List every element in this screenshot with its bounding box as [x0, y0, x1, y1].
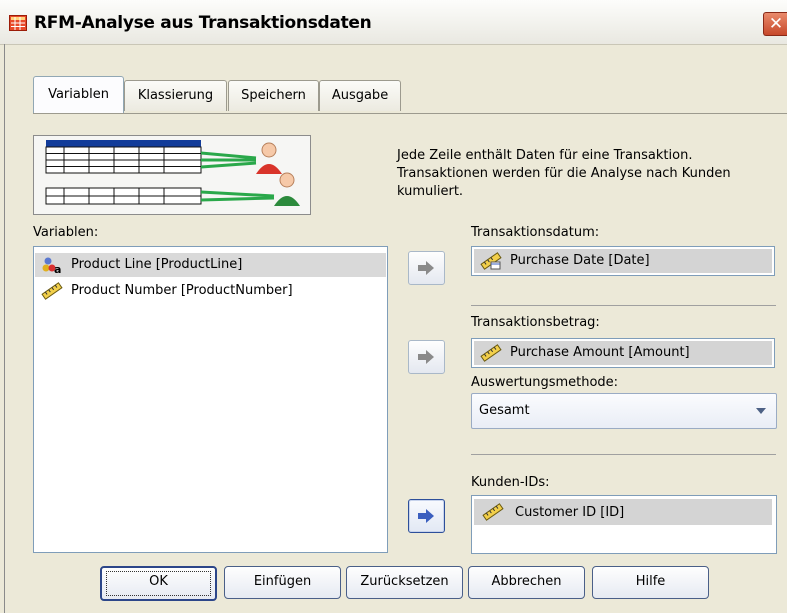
description-text: Jede Zeile enthält Daten für eine Transa…: [397, 148, 731, 199]
summary-method-select[interactable]: Gesamt: [471, 393, 777, 429]
title-bar[interactable]: RFM-Analyse aus Transaktionsdaten ✕: [0, 0, 787, 45]
tab-label: Ausgabe: [331, 88, 389, 103]
summary-method-value: Gesamt: [479, 403, 530, 418]
arrow-right-icon: [418, 350, 434, 364]
close-icon: ✕: [768, 14, 784, 34]
transaction-date-value: Purchase Date [Date]: [510, 253, 650, 268]
variables-label: Variablen:: [33, 225, 99, 240]
app-table-icon: [9, 15, 27, 31]
dialog-window: RFM-Analyse aus Transaktionsdaten ✕ Vari…: [0, 0, 787, 613]
list-item[interactable]: Product Number [ProductNumber]: [35, 279, 386, 303]
list-item[interactable]: Customer ID [ID]: [474, 499, 772, 525]
cancel-button[interactable]: Abbrechen: [468, 566, 585, 599]
separator: [471, 305, 776, 306]
arrow-right-icon: [418, 509, 434, 523]
variable-label: Product Line [ProductLine]: [71, 257, 243, 272]
nominal-variable-icon: a: [42, 257, 61, 274]
transaction-amount-field[interactable]: Purchase Amount [Amount]: [471, 338, 775, 368]
scale-variable-icon: [41, 282, 63, 300]
close-button[interactable]: ✕: [763, 12, 787, 36]
move-to-date-button[interactable]: [408, 251, 445, 285]
customer-ids-label: Kunden-IDs:: [471, 475, 550, 490]
button-label: Hilfe: [635, 574, 666, 589]
chevron-down-icon: [756, 408, 766, 414]
customer-ids-listbox[interactable]: Customer ID [ID]: [471, 495, 777, 554]
window-title: RFM-Analyse aus Transaktionsdaten: [34, 13, 372, 33]
tab-ausgabe[interactable]: Ausgabe: [319, 80, 401, 111]
transaction-illustration: [33, 135, 311, 215]
transaction-amount-label: Transaktionsbetrag:: [471, 315, 600, 330]
move-to-amount-button[interactable]: [408, 340, 445, 374]
separator: [471, 454, 776, 455]
scale-variable-icon: [482, 503, 504, 521]
ok-button[interactable]: OK: [100, 566, 217, 601]
transaction-date-field[interactable]: Purchase Date [Date]: [471, 246, 775, 276]
variables-listbox[interactable]: a Product Line [ProductLine] Product Num…: [33, 246, 388, 553]
reset-button[interactable]: Zurücksetzen: [346, 566, 463, 599]
scale-variable-icon: [480, 344, 502, 362]
arrow-right-icon: [418, 261, 434, 275]
button-label: Abbrechen: [491, 574, 562, 589]
tab-variablen[interactable]: Variablen: [33, 76, 124, 113]
tab-label: Speichern: [241, 88, 306, 103]
customer-id-value: Customer ID [ID]: [515, 505, 625, 520]
tab-speichern[interactable]: Speichern: [228, 80, 319, 111]
svg-text:a: a: [54, 263, 61, 274]
tab-label: Variablen: [48, 87, 109, 102]
button-label: Einfügen: [253, 574, 312, 589]
variable-label: Product Number [ProductNumber]: [71, 283, 293, 298]
help-button[interactable]: Hilfe: [592, 566, 709, 599]
tab-label: Klassierung: [137, 88, 214, 103]
date-variable-icon: [480, 252, 502, 270]
summary-method-label: Auswertungsmethode:: [471, 375, 619, 390]
transaction-date-label: Transaktionsdatum:: [471, 225, 600, 240]
button-label: Zurücksetzen: [360, 574, 449, 589]
transactions-to-customers-icon: [45, 140, 300, 206]
transaction-amount-value: Purchase Amount [Amount]: [510, 345, 690, 360]
move-to-customer-ids-button[interactable]: [408, 499, 445, 533]
list-item[interactable]: a Product Line [ProductLine]: [35, 253, 386, 277]
tab-klassierung[interactable]: Klassierung: [124, 80, 227, 111]
paste-button[interactable]: Einfügen: [224, 566, 341, 599]
